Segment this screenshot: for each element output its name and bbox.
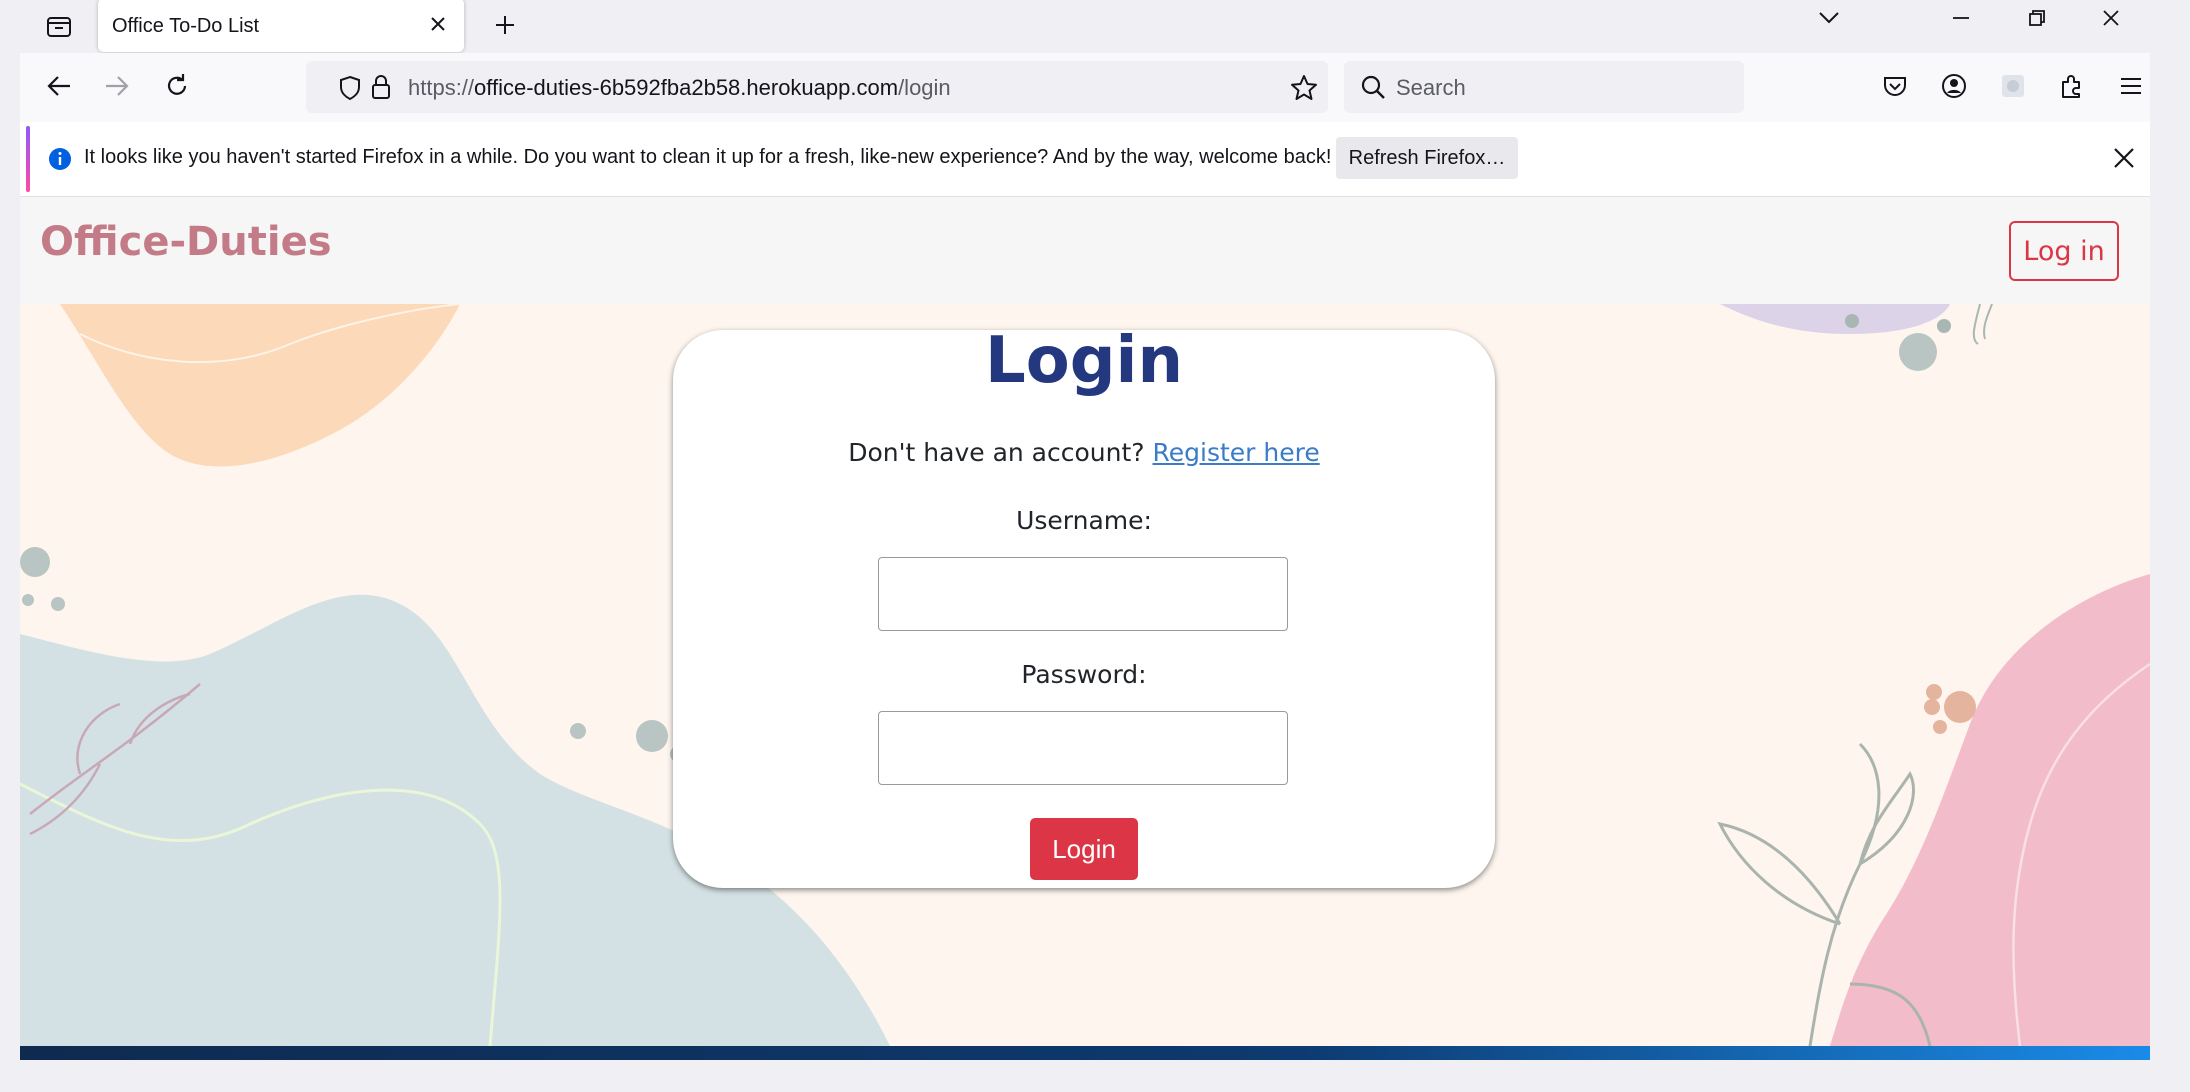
extensions-button[interactable] — [2049, 63, 2095, 109]
extension-icon — [2002, 75, 2024, 97]
account-button[interactable] — [1931, 63, 1977, 109]
close-icon — [431, 17, 445, 31]
close-icon — [2114, 148, 2134, 168]
reload-button[interactable] — [154, 63, 200, 109]
reload-icon — [167, 74, 187, 95]
login-submit-button[interactable]: Login — [1030, 818, 1138, 880]
page-footer-bar — [20, 1046, 2150, 1060]
forward-button[interactable] — [94, 63, 140, 109]
list-all-tabs-button[interactable] — [1800, 0, 1858, 36]
username-input[interactable] — [878, 557, 1288, 631]
browser-window: Office To-Do List https://office-duties-… — [20, 0, 2150, 1060]
web-page: Office-Duties Log in Login Don't have an… — [20, 197, 2150, 1046]
bookmark-star-icon[interactable] — [1290, 74, 1318, 102]
username-label: Username: — [1016, 506, 1152, 535]
lock-icon — [372, 75, 390, 99]
close-icon — [2103, 10, 2119, 26]
url-path: /login — [898, 75, 951, 100]
address-bar[interactable]: https://office-duties-6b592fba2b58.herok… — [306, 61, 1328, 113]
site-brand[interactable]: Office-Duties — [40, 219, 332, 265]
tab-close-button[interactable] — [422, 8, 454, 40]
nav-login-button[interactable]: Log in — [2009, 221, 2119, 281]
notification-close-button[interactable] — [2104, 138, 2144, 178]
password-input[interactable] — [878, 711, 1288, 785]
url-host: office-duties-6b592fba2b58.herokuapp.com — [474, 75, 899, 100]
account-icon — [1942, 74, 1966, 98]
register-prompt: Don't have an account? Register here — [673, 438, 1495, 467]
pocket-button[interactable] — [1872, 63, 1918, 109]
search-icon — [1361, 75, 1385, 99]
firefox-view-button[interactable] — [34, 4, 84, 50]
firefox-view-icon — [47, 17, 71, 37]
login-title: Login — [984, 324, 1184, 398]
search-bar[interactable]: Search — [1344, 61, 1744, 113]
arrow-right-icon — [106, 76, 129, 96]
close-window-button[interactable] — [2082, 0, 2140, 36]
notification-accent — [26, 126, 30, 192]
chevron-down-icon — [1819, 12, 1839, 24]
hamburger-menu-icon — [2121, 78, 2141, 94]
pocket-icon — [1884, 77, 1906, 96]
notification-message: It looks like you haven't started Firefo… — [84, 146, 1332, 168]
new-tab-button[interactable] — [480, 2, 530, 48]
tracking-shield-icon — [340, 75, 360, 101]
restore-icon — [2029, 10, 2045, 26]
minimize-icon — [1953, 17, 1969, 19]
back-button[interactable] — [36, 63, 82, 109]
arrow-left-icon — [47, 76, 70, 96]
extension-button[interactable] — [1990, 63, 2036, 109]
tab-title: Office To-Do List — [112, 15, 260, 37]
search-placeholder: Search — [1396, 75, 1466, 100]
notification-bar: It looks like you haven't started Firefo… — [20, 122, 2150, 197]
password-label: Password: — [1021, 660, 1147, 689]
menu-button[interactable] — [2108, 63, 2150, 109]
puzzle-icon — [2062, 75, 2080, 98]
active-tab[interactable]: Office To-Do List — [98, 0, 464, 52]
restore-button[interactable] — [2008, 0, 2066, 36]
minimize-button[interactable] — [1932, 0, 1990, 36]
refresh-firefox-button[interactable]: Refresh Firefox… — [1336, 137, 1518, 179]
register-prompt-text: Don't have an account? — [848, 438, 1145, 467]
plus-icon — [496, 16, 514, 34]
site-navbar: Office-Duties Log in — [20, 197, 2150, 304]
url-scheme: https:// — [408, 75, 475, 100]
register-link[interactable]: Register here — [1153, 438, 1320, 467]
url-text: https://office-duties-6b592fba2b58.herok… — [408, 75, 951, 101]
login-card: Login Don't have an account? Register he… — [673, 324, 1495, 888]
navigation-toolbar: https://office-duties-6b592fba2b58.herok… — [20, 53, 2150, 122]
tab-strip: Office To-Do List — [20, 0, 2150, 53]
info-icon — [49, 148, 71, 170]
